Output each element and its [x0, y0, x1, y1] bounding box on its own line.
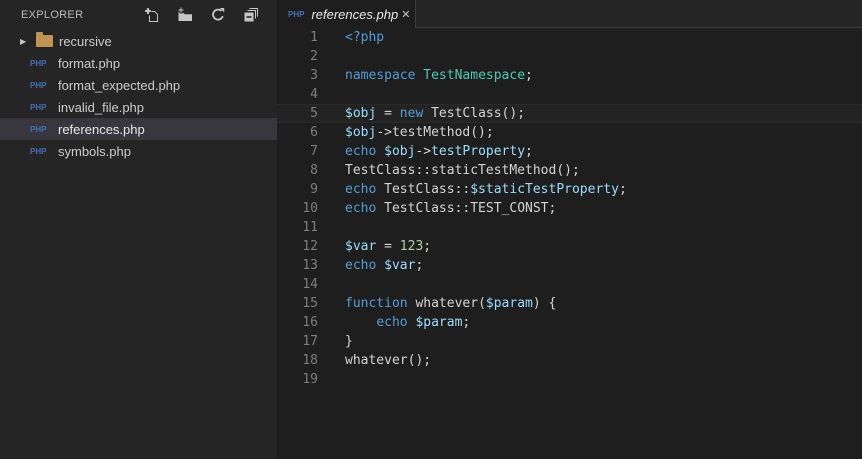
- code-line-18[interactable]: 18 whatever();: [277, 351, 862, 370]
- line-content[interactable]: [318, 370, 345, 389]
- line-number: 2: [310, 49, 318, 64]
- tab-strip-empty: [415, 0, 862, 28]
- line-content[interactable]: $obj->testMethod();: [318, 123, 494, 142]
- line-number: 15: [302, 296, 318, 311]
- php-file-icon: PHP: [30, 102, 47, 112]
- tab-references-php[interactable]: PHP references.php ✕: [277, 0, 415, 28]
- php-file-icon: PHP: [30, 80, 47, 90]
- line-content[interactable]: [318, 47, 345, 66]
- code-editor[interactable]: 1 <?php 2 3 namespace TestNamespace; 4 5 $obj =…: [277, 28, 862, 459]
- line-number: 18: [302, 353, 318, 368]
- explorer-sidebar: EXPLORER ▶ recursive PHP format.php PHP forma…: [0, 0, 277, 459]
- php-file-icon: PHP: [30, 146, 47, 156]
- code-line-5[interactable]: 5 $obj = new TestClass();: [277, 104, 862, 123]
- code-line-9[interactable]: 9 echo TestClass::$staticTestProperty;: [277, 180, 862, 199]
- line-content[interactable]: echo TestClass::$staticTestProperty;: [318, 180, 627, 199]
- line-content[interactable]: $var = 123;: [318, 237, 431, 256]
- line-content[interactable]: [318, 85, 345, 104]
- code-line-7[interactable]: 7 echo $obj->testProperty;: [277, 142, 862, 161]
- line-number: 4: [310, 87, 318, 102]
- explorer-title: EXPLORER: [21, 9, 84, 21]
- tab-label: references.php: [311, 6, 399, 22]
- file-list: ▶ recursive PHP format.php PHP format_expecte…: [0, 30, 277, 459]
- code-line-12[interactable]: 12 $var = 123;: [277, 237, 862, 256]
- line-number: 9: [310, 182, 318, 197]
- collapse-all-icon[interactable]: [243, 7, 259, 23]
- code-line-16[interactable]: 16 echo $param;: [277, 313, 862, 332]
- new-file-icon[interactable]: [144, 7, 160, 23]
- new-folder-icon[interactable]: [177, 7, 193, 23]
- line-number: 10: [302, 201, 318, 216]
- explorer-header: EXPLORER: [0, 0, 277, 30]
- code-line-2[interactable]: 2: [277, 47, 862, 66]
- code-line-19[interactable]: 19: [277, 370, 862, 389]
- code-line-6[interactable]: 6 $obj->testMethod();: [277, 123, 862, 142]
- line-content[interactable]: echo $obj->testProperty;: [318, 142, 533, 161]
- file-label: format.php: [58, 55, 121, 71]
- line-number: 12: [302, 239, 318, 254]
- file-label: format_expected.php: [58, 77, 181, 93]
- php-file-icon: PHP: [30, 124, 47, 134]
- code-line-13[interactable]: 13 echo $var;: [277, 256, 862, 275]
- explorer-actions: [144, 7, 259, 23]
- code-line-10[interactable]: 10 echo TestClass::TEST_CONST;: [277, 199, 862, 218]
- code-line-15[interactable]: 15 function whatever($param) {: [277, 294, 862, 313]
- line-content[interactable]: [318, 218, 345, 237]
- line-number: 13: [302, 258, 318, 273]
- file-label: invalid_file.php: [58, 99, 145, 115]
- file-label: symbols.php: [58, 143, 131, 159]
- line-number: 8: [310, 163, 318, 178]
- sidebar-item-format-php[interactable]: PHP format.php: [0, 52, 277, 74]
- close-icon[interactable]: ✕: [398, 6, 413, 23]
- sidebar-item-invalid-file-php[interactable]: PHP invalid_file.php: [0, 96, 277, 118]
- sidebar-item-references-php[interactable]: PHP references.php: [0, 118, 277, 140]
- php-file-icon: PHP: [30, 58, 47, 68]
- code-line-11[interactable]: 11: [277, 218, 862, 237]
- php-file-icon: PHP: [288, 9, 305, 19]
- line-content[interactable]: }: [318, 332, 353, 351]
- code-line-17[interactable]: 17}: [277, 332, 862, 351]
- code-line-8[interactable]: 8 TestClass::staticTestMethod();: [277, 161, 862, 180]
- line-content[interactable]: function whatever($param) {: [318, 294, 556, 313]
- line-content[interactable]: [318, 275, 345, 294]
- folder-icon: [36, 32, 53, 47]
- line-number: 19: [302, 372, 318, 387]
- line-number: 3: [310, 68, 318, 83]
- sidebar-item-recursive[interactable]: ▶ recursive: [0, 30, 277, 52]
- editor-area: PHP references.php ✕ 1 <?php 2 3 namespace T…: [277, 0, 862, 459]
- line-number: 14: [302, 277, 318, 292]
- line-content[interactable]: <?php: [318, 28, 384, 47]
- line-number: 6: [310, 125, 318, 140]
- file-label: references.php: [58, 121, 145, 137]
- code-line-1[interactable]: 1 <?php: [277, 28, 862, 47]
- sidebar-item-format-expected-php[interactable]: PHP format_expected.php: [0, 74, 277, 96]
- line-content[interactable]: echo $param;: [318, 313, 470, 332]
- code-line-3[interactable]: 3 namespace TestNamespace;: [277, 66, 862, 85]
- line-number: 16: [302, 315, 318, 330]
- code-line-4[interactable]: 4: [277, 85, 862, 104]
- line-number: 1: [310, 30, 318, 45]
- line-content[interactable]: echo $var;: [318, 256, 423, 275]
- line-number: 11: [302, 220, 318, 235]
- line-content[interactable]: TestClass::staticTestMethod();: [318, 161, 580, 180]
- line-number: 17: [302, 334, 318, 349]
- line-content[interactable]: whatever();: [318, 351, 431, 370]
- chevron-right-icon[interactable]: ▶: [20, 37, 36, 46]
- tab-bar: PHP references.php ✕: [277, 0, 862, 28]
- line-content[interactable]: namespace TestNamespace;: [318, 66, 533, 85]
- refresh-icon[interactable]: [210, 7, 226, 23]
- sidebar-item-symbols-php[interactable]: PHP symbols.php: [0, 140, 277, 162]
- code-line-14[interactable]: 14: [277, 275, 862, 294]
- line-content[interactable]: echo TestClass::TEST_CONST;: [318, 199, 556, 218]
- line-number: 5: [310, 106, 318, 121]
- line-number: 7: [310, 144, 318, 159]
- line-content[interactable]: $obj = new TestClass();: [318, 104, 525, 123]
- file-label: recursive: [59, 33, 112, 49]
